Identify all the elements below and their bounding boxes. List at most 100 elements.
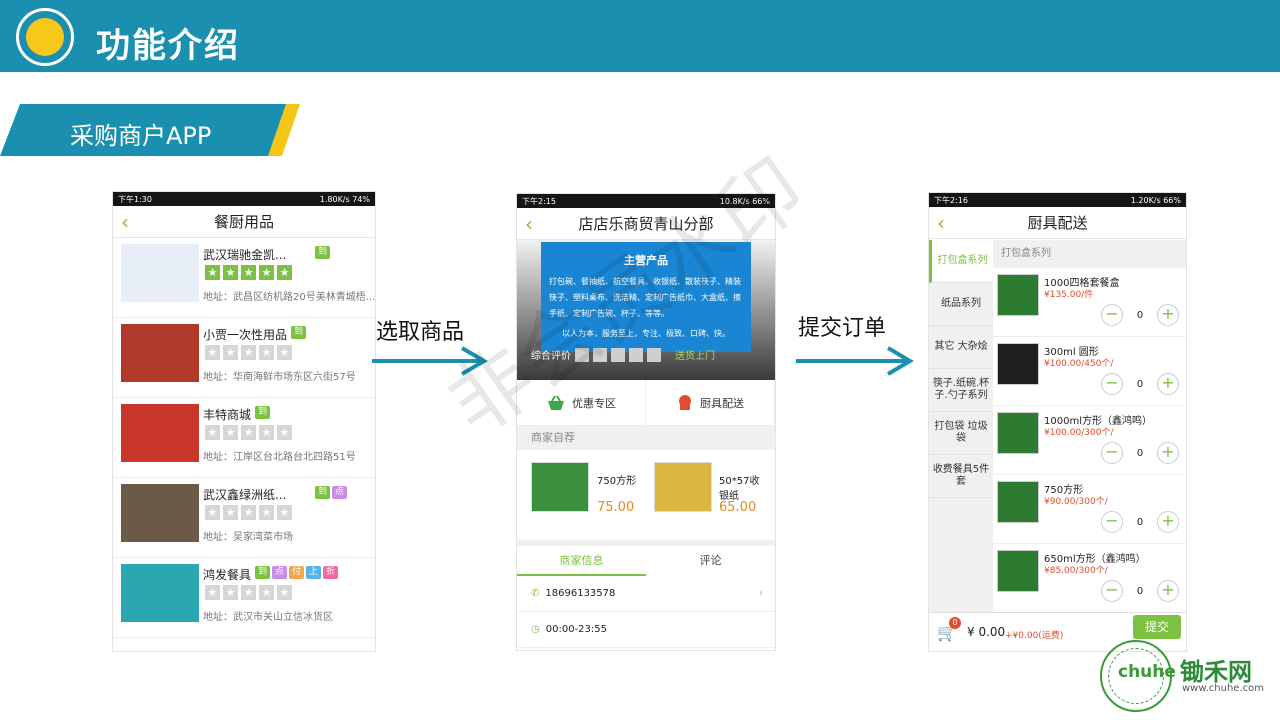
product-image[interactable] [997, 274, 1039, 316]
plus-button[interactable]: + [1157, 373, 1179, 395]
tab-discount[interactable]: 优惠专区 [517, 380, 646, 425]
minus-button[interactable]: − [1101, 580, 1123, 602]
star-icon [629, 347, 643, 362]
phone-row[interactable]: ✆ 18696133578 › [517, 576, 775, 612]
recommend-list: 750方形 75.00 50*57收银纸 65.00 [517, 450, 775, 540]
shop-address: 地址：华南海鲜市场东区六街57号 [203, 372, 356, 383]
star-icon: ★ [259, 505, 274, 520]
star-icon: ★ [241, 345, 256, 360]
brand-logo-text: chuhe [1118, 662, 1176, 682]
star-icon: ★ [259, 345, 274, 360]
product-image[interactable] [997, 412, 1039, 454]
phone-shop-detail: 下午2:15 10.8K/s 66% ‹ 店店乐商贸青山分部 主营产品 打包碗、… [516, 193, 776, 651]
quantity-value: 0 [1136, 309, 1144, 321]
minus-button[interactable]: − [1101, 511, 1123, 533]
minus-button[interactable]: − [1101, 304, 1123, 326]
phone-kitchen-supplies: 下午2:16 1.20K/s 66% ‹ 厨具配送 打包盒系列 纸品系列 其它 大杂… [928, 192, 1187, 652]
category-item[interactable]: 打包袋 垃圾袋 [929, 412, 993, 455]
product-name: 50*57收银纸 [719, 476, 760, 502]
product-row: 750方形 ¥90.00/300个/ − 0 + [993, 475, 1186, 544]
section-tag: 采购商户APP [0, 104, 300, 156]
product-price: ¥90.00/300个/ [1044, 497, 1108, 507]
star-icon [647, 347, 661, 362]
shop-badges: 到点付上折 [255, 566, 339, 579]
star-icon: ★ [259, 585, 274, 600]
quantity-stepper: − 0 + [1101, 511, 1179, 533]
star-icon: ★ [223, 265, 238, 280]
quantity-value: 0 [1136, 516, 1144, 528]
product-price: ¥135.00/件 [1044, 290, 1094, 300]
product-row: 300ml 圆形 ¥100.00/450个/ − 0 + [993, 337, 1186, 406]
plus-button[interactable]: + [1157, 511, 1179, 533]
brand-name: 锄禾网 [1180, 658, 1252, 686]
plus-button[interactable]: + [1157, 304, 1179, 326]
tab-reviews[interactable]: 评论 [646, 546, 775, 576]
star-rating: ★ ★ ★ ★ ★ [205, 505, 292, 520]
basket-icon [548, 394, 564, 410]
product-image[interactable] [997, 481, 1039, 523]
star-icon: ★ [223, 345, 238, 360]
service-badge: 点 [272, 566, 288, 579]
category-item[interactable]: 收费餐具5件套 [929, 455, 993, 498]
shop-name: 鸿发餐具 [203, 568, 252, 582]
category-item[interactable]: 其它 大杂烩 [929, 326, 993, 369]
star-rating: ★ ★ ★ ★ ★ [205, 425, 292, 440]
star-icon: ★ [259, 265, 274, 280]
shop-row[interactable]: 丰特商城到 ★ ★ ★ ★ ★ 地址：江岸区台北路台北四路51号 [113, 398, 375, 478]
star-icon: ★ [205, 505, 220, 520]
shop-banner: 主营产品 打包碗、餐抽纸、航空餐具、收银纸、散装筷子、精装筷子、塑料桌布、洗洁精… [517, 240, 775, 380]
chevron-right-icon: › [759, 588, 763, 599]
category-item[interactable]: 筷子.纸碗.杯子.勺子系列 [929, 369, 993, 412]
shop-badges: 到点 [315, 486, 348, 499]
shop-badges: 到 [255, 406, 271, 419]
status-bar: 下午1:30 1.80K/s 74% [113, 192, 375, 206]
minus-button[interactable]: − [1101, 442, 1123, 464]
service-badge: 上 [306, 566, 322, 579]
plus-button[interactable]: + [1157, 580, 1179, 602]
shop-row[interactable]: 鸿发餐具到点付上折 ★ ★ ★ ★ ★ 地址：武汉市关山立信冰货区 [113, 558, 375, 638]
shop-row[interactable]: 小贾一次性用品到 ★ ★ ★ ★ ★ 地址：华南海鲜市场东区六街57号 [113, 318, 375, 398]
product-price: ¥100.00/450个/ [1044, 359, 1114, 369]
service-badge: 到 [315, 486, 331, 499]
shop-address: 地址：武汉市关山立信冰货区 [203, 612, 333, 623]
quantity-stepper: − 0 + [1101, 373, 1179, 395]
chef-hat-icon [679, 394, 691, 410]
star-rating: ★ ★ ★ ★ ★ [205, 345, 292, 360]
product-image[interactable] [997, 550, 1039, 592]
submit-button[interactable]: 提交 [1133, 615, 1181, 639]
cart-count-badge: 0 [949, 617, 961, 629]
product-image[interactable] [654, 462, 712, 512]
brand-logo: chuhe [1100, 640, 1176, 712]
shop-row[interactable]: 武汉瑞驰金凯... 到 ★ ★ ★ ★ ★ 地址：武昌区纺机路20号美林青城梧... [113, 238, 375, 318]
phone-icon: ✆ [531, 588, 540, 599]
back-icon[interactable]: ‹ [525, 212, 533, 236]
shop-row[interactable]: 武汉鑫绿洲纸... 到点 ★ ★ ★ ★ ★ 地址：吴家湾菜市场 [113, 478, 375, 558]
back-icon[interactable]: ‹ [121, 210, 129, 234]
category-item[interactable]: 打包盒系列 [929, 240, 993, 283]
nav-bar: ‹ 店店乐商贸青山分部 [517, 208, 775, 240]
shop-thumbnail [121, 404, 199, 462]
rating-row: 综合评价 送货上门 [531, 347, 715, 362]
cart-total: ¥ 0.00 [967, 625, 1006, 639]
product-image[interactable] [997, 343, 1039, 385]
star-icon: ★ [205, 585, 220, 600]
header-bar: 功能介绍 [0, 0, 1280, 72]
back-icon[interactable]: ‹ [937, 211, 945, 235]
shop-thumbnail [121, 324, 199, 382]
product-price: 65.00 [719, 500, 757, 515]
plus-button[interactable]: + [1157, 442, 1179, 464]
tab-shop-info[interactable]: 商家信息 [517, 546, 646, 576]
section-label: 采购商户APP [70, 122, 212, 150]
product-image[interactable] [531, 462, 589, 512]
delivery-label: 送货上门 [675, 351, 715, 362]
star-icon: ★ [241, 585, 256, 600]
quantity-value: 0 [1136, 447, 1144, 459]
service-badge: 到 [291, 326, 307, 339]
shop-address: 地址：武昌区纺机路20号美林青城梧... [203, 292, 376, 303]
page-title: 功能介绍 [96, 26, 240, 66]
category-item[interactable]: 纸品系列 [929, 283, 993, 326]
minus-button[interactable]: − [1101, 373, 1123, 395]
tab-kitchen-delivery[interactable]: 厨具配送 [646, 380, 775, 425]
status-bar: 下午2:15 10.8K/s 66% [517, 194, 775, 208]
arrow-right-icon [796, 346, 914, 376]
